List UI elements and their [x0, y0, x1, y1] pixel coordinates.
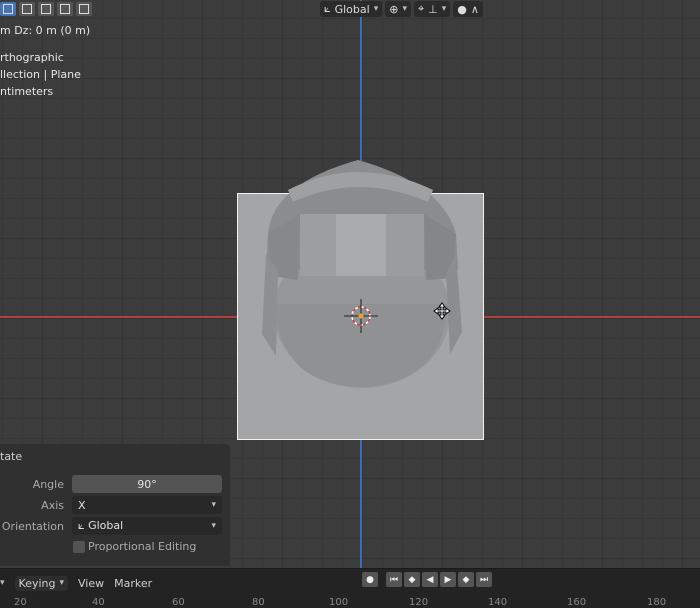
axis-select[interactable]: X ▾ — [72, 496, 222, 514]
prev-keyframe-icon[interactable]: ◆ — [404, 572, 420, 587]
viewport-header: ⟀ Global ▾ ⊕ ▾ ⌖ ⊥ ▾ ● ∧ — [320, 0, 483, 18]
proportional-edit-icon: ● — [457, 2, 467, 16]
frame-ruler[interactable]: 20 40 60 80 100 120 140 160 180 — [0, 597, 700, 608]
proportional-edit-toggle[interactable]: ● ∧ — [453, 1, 483, 17]
transform-orientation-dropdown[interactable]: ⟀ Global ▾ — [320, 1, 383, 17]
transform-orientation-icon: ⟀ — [324, 2, 331, 15]
chevron-down-icon: ▾ — [211, 500, 216, 510]
axis-row: Axis X ▾ — [0, 496, 230, 516]
view-name-text: rthographic — [0, 51, 64, 64]
keying-menu[interactable]: Keying ▾ — [14, 575, 69, 591]
chevron-down-icon: ▾ — [373, 4, 379, 14]
head-model — [262, 160, 462, 388]
record-icon[interactable]: ● — [362, 572, 378, 587]
chevron-down-icon: ▾ — [0, 578, 5, 588]
orientation-select[interactable]: ⟀ Global ▾ — [72, 517, 222, 535]
select-mode-toolbar — [0, 0, 92, 18]
pivot-point-dropdown[interactable]: ⊕ ▾ — [385, 1, 411, 17]
playback-dropdown-arrow[interactable]: ▾ — [0, 578, 5, 588]
3d-viewport[interactable]: ⟀ Global ▾ ⊕ ▾ ⌖ ⊥ ▾ ● ∧ m Dz: 0 m (0 m)… — [0, 0, 700, 568]
units-text: ntimeters — [0, 85, 54, 98]
marker-menu[interactable]: Marker — [114, 577, 152, 590]
snap-target-icon: ⊥ — [428, 2, 438, 16]
operator-redo-panel: tate Angle 90° Axis X ▾ Orientation ⟀ Gl… — [0, 444, 230, 566]
snap-dropdown[interactable]: ⌖ ⊥ ▾ — [413, 1, 451, 17]
collection-text: llection | Plane — [0, 68, 81, 81]
timeline-header: ▾ Keying ▾ View Marker — [0, 573, 700, 593]
pivot-icon: ⊕ — [389, 2, 399, 16]
jump-start-icon[interactable]: ⏮ — [386, 572, 402, 587]
transform-orientation-icon: ⟀ — [78, 519, 89, 532]
jump-end-icon[interactable]: ⏭ — [476, 572, 492, 587]
proportional-editing-checkbox[interactable] — [73, 541, 85, 553]
select-new-button[interactable] — [0, 2, 16, 16]
view-menu[interactable]: View — [78, 577, 104, 590]
snap-icon: ⌖ — [417, 2, 425, 15]
next-keyframe-icon[interactable]: ◆ — [458, 572, 474, 587]
chevron-down-icon: ▾ — [211, 521, 216, 531]
select-invert-button[interactable] — [57, 2, 73, 16]
angle-row: Angle 90° — [0, 475, 230, 495]
proportional-row: Proportional Editing — [0, 538, 230, 558]
select-subtract-button[interactable] — [38, 2, 54, 16]
panel-title[interactable]: tate — [0, 450, 22, 463]
play-icon[interactable]: ▶ — [440, 572, 456, 587]
select-extend-button[interactable] — [19, 2, 35, 16]
chevron-down-icon: ▾ — [402, 4, 407, 14]
playback-controls: ● ⏮ ◆ ◀ ▶ ◆ ⏭ — [362, 572, 492, 587]
timeline-editor: ▾ Keying ▾ View Marker ● ⏮ ◆ ◀ ▶ ◆ ⏭ 20 … — [0, 568, 700, 608]
play-reverse-icon[interactable]: ◀ — [422, 572, 438, 587]
angle-field[interactable]: 90° — [72, 475, 222, 493]
select-intersect-button[interactable] — [76, 2, 92, 16]
falloff-icon: ∧ — [470, 2, 479, 16]
reference-image-plane[interactable] — [237, 160, 484, 440]
chevron-down-icon: ▾ — [441, 4, 447, 14]
chevron-down-icon: ▾ — [59, 578, 65, 588]
orientation-row: Orientation ⟀ Global ▾ — [0, 517, 230, 537]
transform-delta-text: m Dz: 0 m (0 m) — [0, 24, 91, 37]
